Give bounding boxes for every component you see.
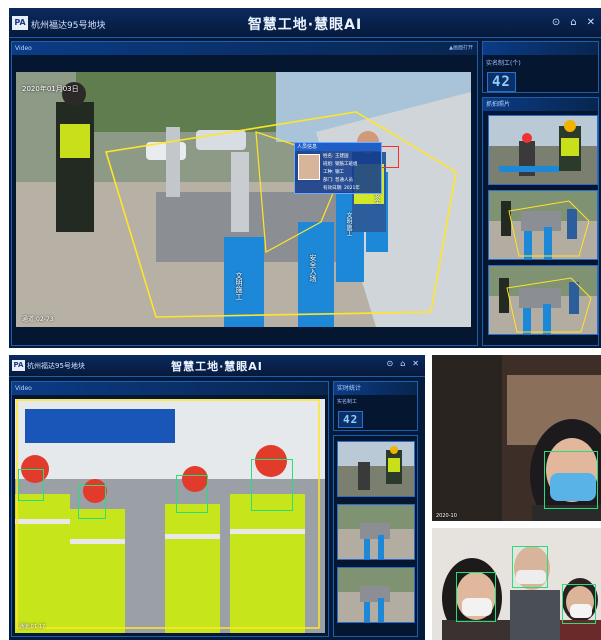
counter-header: 实时统计 bbox=[334, 382, 417, 395]
settings-icon[interactable]: ⊙ bbox=[387, 359, 394, 368]
snapshot-thumb-2[interactable] bbox=[488, 190, 598, 260]
photo-caption: 2020-10 bbox=[436, 513, 457, 519]
snapshot-thumb-1[interactable] bbox=[337, 441, 415, 497]
gate-sign-3: 文明施工 bbox=[345, 212, 352, 236]
card-field-trade: 工种: 钢工 bbox=[323, 170, 344, 175]
app-title: 智慧工地·慧眼AI bbox=[171, 360, 263, 373]
photo-face-mask-woman: 2020-10 bbox=[432, 355, 601, 521]
dashboard-top: PA 杭州福达95号地块 智慧工地·慧眼AI ⊙ ⌂ ✕ Video ▲画面打开 bbox=[9, 8, 601, 348]
workers-scene bbox=[15, 399, 325, 633]
title-bar: PA 杭州福达95号地块 智慧工地·慧眼AI ⊙ ⌂ ✕ bbox=[9, 8, 601, 38]
snapshot-thumb-2[interactable] bbox=[337, 504, 415, 560]
counter-panel: 实时统计 实名制工 42 bbox=[333, 381, 418, 431]
video-label: Video bbox=[15, 385, 32, 392]
timestamp: 2020年01月03日 bbox=[22, 85, 79, 93]
face-detection-box bbox=[456, 572, 496, 622]
video-feed[interactable]: 2020年01月03日 通道:02-73 文明施工 安全入场 文明施工 安全 人… bbox=[16, 72, 471, 327]
worker-count: 42 bbox=[338, 411, 364, 428]
face-detection-box bbox=[176, 475, 208, 513]
card-title: 人员信息 bbox=[295, 143, 381, 151]
home-icon[interactable]: ⌂ bbox=[400, 359, 405, 368]
face-detection-box bbox=[381, 146, 399, 168]
worker-count: 42 bbox=[487, 72, 516, 92]
photo-masked-crowd bbox=[432, 528, 601, 640]
snapshot-panel bbox=[333, 435, 418, 637]
face-detection-box bbox=[544, 451, 598, 509]
channel-label: 通道:01-17 bbox=[19, 624, 46, 630]
channel-label: 通道:02-73 bbox=[22, 316, 54, 323]
settings-icon[interactable]: ⊙ bbox=[552, 17, 560, 28]
dashboard-bottom: PA 杭州福达95号地块 智慧工地·慧眼AI ⊙ ⌂ ✕ Video 通道:01… bbox=[9, 355, 425, 640]
counter-panel: 实名制工(个) 42 bbox=[482, 41, 599, 93]
card-field-team: 班组: 钢筋工班组 bbox=[323, 162, 358, 167]
video-panel: Video 通道:01-17 bbox=[11, 381, 329, 637]
close-icon[interactable]: ✕ bbox=[587, 17, 595, 28]
snapshot-header: 抓拍照片 bbox=[483, 98, 598, 111]
panel-header: Video ▲画面打开 bbox=[12, 42, 477, 55]
counter-label: 实名制工 bbox=[337, 399, 358, 405]
snapshot-thumb-3[interactable] bbox=[337, 567, 415, 623]
window-controls: ⊙ ⌂ ✕ bbox=[387, 359, 419, 368]
face-detection-box bbox=[251, 459, 293, 511]
worker-photo bbox=[298, 154, 320, 180]
snapshot-panel: 抓拍照片 bbox=[482, 97, 599, 346]
home-icon[interactable]: ⌂ bbox=[570, 17, 576, 28]
snapshot-thumb-1[interactable] bbox=[488, 115, 598, 185]
expand-button[interactable]: ▲画面打开 bbox=[449, 42, 473, 55]
window-controls: ⊙ ⌂ ✕ bbox=[552, 17, 595, 28]
face-detection-box bbox=[18, 469, 44, 501]
app-title: 智慧工地·慧眼AI bbox=[247, 17, 363, 33]
video-panel: Video ▲画面打开 2020年01月03日 通道:02-73 文明施工 安全… bbox=[11, 41, 478, 346]
snapshot-thumb-3[interactable] bbox=[488, 265, 598, 335]
card-field-dept: 部门: 普通人员 bbox=[323, 178, 353, 183]
title-bar: PA 杭州福达95号地块 智慧工地·慧眼AI ⊙ ⌂ ✕ bbox=[9, 355, 425, 377]
gate-sign-2: 安全入场 bbox=[309, 254, 317, 282]
video-label: Video bbox=[15, 45, 32, 52]
side-label: 实时统计 bbox=[337, 385, 362, 392]
face-detection-box bbox=[562, 584, 596, 624]
counter-header bbox=[483, 42, 598, 55]
counter-label: 实名制工(个) bbox=[486, 60, 521, 67]
snapshot-label: 抓拍照片 bbox=[486, 101, 511, 108]
gate-sign-1: 文明施工 bbox=[235, 272, 243, 300]
panel-header: Video bbox=[12, 382, 328, 395]
close-icon[interactable]: ✕ bbox=[412, 359, 419, 368]
face-detection-box bbox=[512, 546, 548, 588]
card-field-name: 姓名: 王建国 bbox=[323, 154, 349, 159]
card-field-valid: 有效日期: 2021年 bbox=[323, 186, 360, 191]
face-detection-box bbox=[78, 485, 106, 519]
worker-info-card: 人员信息 姓名: 王建国 班组: 钢筋工班组 工种: 钢工 部门: 普通人员 有… bbox=[294, 142, 382, 194]
video-feed[interactable]: 通道:01-17 bbox=[15, 399, 325, 633]
